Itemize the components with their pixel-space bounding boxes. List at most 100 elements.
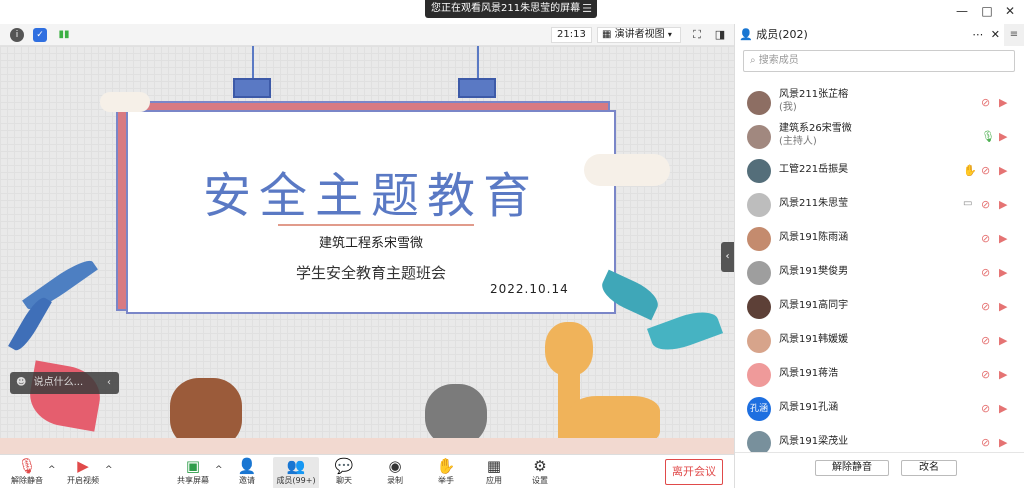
- close-icon[interactable]: ✕: [1000, 3, 1020, 19]
- title-divider: [278, 224, 474, 226]
- poster-clip: [233, 78, 271, 98]
- avatar: [747, 159, 771, 183]
- meeting-info-bar: i ✓ ▮▮ 21:13 ▦ 演讲者视图 ▾ ⛶ ◨: [0, 24, 734, 46]
- panel-title: 成员(202): [756, 28, 808, 41]
- shield-icon[interactable]: ✓: [33, 28, 47, 42]
- chat-button[interactable]: 💬 聊天: [321, 457, 367, 488]
- settings-label: 设置: [532, 476, 548, 485]
- member-row[interactable]: 风景191樊俊男 ⊘ ▶: [735, 256, 1024, 290]
- avatar: [747, 363, 771, 387]
- avatar: 孔涵: [747, 397, 771, 421]
- member-row[interactable]: 风景191陈雨涵 ⊘ ▶: [735, 222, 1024, 256]
- minimize-icon[interactable]: —: [952, 3, 972, 19]
- chat-input-pill[interactable]: ☻ 说点什么... ‹: [10, 372, 119, 394]
- info-icon[interactable]: i: [10, 28, 24, 42]
- share-screen-button[interactable]: ▣ 共享屏幕: [170, 457, 216, 488]
- camera-off-icon[interactable]: ▶: [999, 198, 1007, 211]
- member-name: 风景191陈雨涵: [779, 232, 849, 243]
- add-user-icon: 👤: [237, 457, 257, 475]
- camera-off-icon[interactable]: ▶: [999, 402, 1007, 415]
- apps-button[interactable]: ▦ 应用: [471, 457, 517, 488]
- camera-off-icon[interactable]: ▶: [999, 436, 1007, 449]
- record-button[interactable]: ◉ 录制: [372, 457, 418, 488]
- mic-muted-icon[interactable]: ⊘: [981, 164, 990, 177]
- shared-screen: 安全主题教育 建筑工程系宋雪微 学生安全教育主题班会 2022.10.14 ☻ …: [0, 46, 734, 454]
- member-role: (我): [779, 102, 797, 113]
- mic-muted-icon[interactable]: ⊘: [981, 402, 990, 415]
- mic-muted-icon[interactable]: ⊘: [981, 436, 990, 449]
- collapse-panel-tab[interactable]: ‹: [721, 242, 734, 272]
- raised-hand-icon: ✋: [963, 164, 977, 177]
- member-name: 风景191高同宇: [779, 300, 849, 311]
- member-row[interactable]: 风景211张芷榕 (我) ⊘ ▶: [735, 86, 1024, 120]
- panel-menu-icon[interactable]: ≡: [1004, 24, 1024, 46]
- member-row[interactable]: 孔涵 风景191孔涵 ⊘ ▶: [735, 392, 1024, 426]
- member-row[interactable]: 风景191蒋浩 ⊘ ▶: [735, 358, 1024, 392]
- member-name: 风景191梁茂业: [779, 436, 849, 447]
- rename-button[interactable]: 改名: [901, 460, 957, 476]
- camera-off-icon[interactable]: ▶: [999, 96, 1007, 109]
- close-icon[interactable]: ✕: [991, 28, 1000, 41]
- member-row[interactable]: 风景211朱思莹 ▭ ⊘ ▶: [735, 188, 1024, 222]
- invite-button[interactable]: 👤 邀请: [224, 457, 270, 488]
- apps-label: 应用: [486, 476, 502, 485]
- member-row[interactable]: 风景191高同宇 ⊘ ▶: [735, 290, 1024, 324]
- mic-muted-icon: 🎙: [17, 457, 37, 475]
- mic-muted-icon[interactable]: ⊘: [981, 232, 990, 245]
- chevron-left-icon[interactable]: ‹: [107, 372, 111, 394]
- leave-meeting-button[interactable]: 离开会议: [665, 459, 723, 485]
- window-titlebar: 您正在观看风景211朱思莹的屏幕 ☰ — □ ✕: [0, 0, 1024, 24]
- more-icon[interactable]: ⋯: [972, 28, 983, 41]
- meeting-control-bar: 🎙 解除静音 ^ ▶ 开启视频 ^ ▣ 共享屏幕 ^ 👤 邀请 👥 成员(99+…: [0, 454, 734, 488]
- mic-muted-icon[interactable]: ⊘: [981, 198, 990, 211]
- decor-string: [477, 46, 479, 82]
- meeting-timer: 21:13: [551, 27, 592, 43]
- mic-on-icon[interactable]: 🎙: [981, 130, 995, 143]
- camera-off-icon[interactable]: ▶: [999, 334, 1007, 347]
- chat-label: 聊天: [336, 476, 352, 485]
- maximize-icon[interactable]: □: [977, 3, 997, 19]
- slide-title: 安全主题教育: [202, 168, 539, 224]
- raise-hand-label: 举手: [438, 476, 454, 485]
- panel-footer: 解除静音 改名: [735, 452, 1024, 488]
- start-video-button[interactable]: ▶ 开启视频: [60, 457, 106, 488]
- member-name: 风景211张芷榕: [779, 89, 849, 100]
- signal-icon[interactable]: ▮▮: [57, 28, 71, 42]
- chevron-up-icon[interactable]: ^: [48, 465, 56, 475]
- member-name: 风景211朱思莹: [779, 198, 849, 209]
- avatar: [747, 125, 771, 149]
- camera-off-icon[interactable]: ▶: [999, 368, 1007, 381]
- screen-share-icon: ▭: [963, 198, 973, 209]
- mic-muted-icon[interactable]: ⊘: [981, 300, 990, 313]
- slide-poster: 安全主题教育 建筑工程系宋雪微 学生安全教育主题班会 2022.10.14: [126, 110, 616, 314]
- chevron-up-icon[interactable]: ^: [105, 465, 113, 475]
- camera-off-icon[interactable]: ▶: [999, 266, 1007, 279]
- member-row[interactable]: 建筑系26宋雪微 (主持人) 🎙 ▶: [735, 120, 1024, 154]
- view-mode-dropdown[interactable]: ▦ 演讲者视图 ▾: [597, 27, 681, 43]
- member-search-input[interactable]: ⌕ 搜索成员: [743, 50, 1015, 72]
- mic-muted-icon[interactable]: ⊘: [981, 96, 990, 109]
- unmute-all-button[interactable]: 解除静音: [815, 460, 889, 476]
- raise-hand-button[interactable]: ✋ 举手: [423, 457, 469, 488]
- members-icon: 👥: [286, 457, 306, 475]
- avatar: [747, 261, 771, 285]
- camera-off-icon[interactable]: ▶: [999, 300, 1007, 313]
- mic-muted-icon[interactable]: ⊘: [981, 368, 990, 381]
- settings-button[interactable]: ⚙ 设置: [517, 457, 563, 488]
- menu-icon[interactable]: ☰: [582, 0, 592, 18]
- giraffe-illustration: [545, 322, 593, 376]
- camera-off-icon[interactable]: ▶: [999, 164, 1007, 177]
- fullscreen-icon[interactable]: ⛶: [689, 27, 705, 43]
- members-button[interactable]: 👥 成员(99+): [273, 457, 319, 488]
- mic-muted-icon[interactable]: ⊘: [981, 266, 990, 279]
- member-row[interactable]: 风景191韩媛媛 ⊘ ▶: [735, 324, 1024, 358]
- sidebar-toggle-icon[interactable]: ◨: [712, 27, 728, 43]
- panel-controls: ⋯ ✕: [972, 24, 1000, 46]
- camera-off-icon[interactable]: ▶: [999, 232, 1007, 245]
- member-row[interactable]: 工管221岳振昊 ✋ ⊘ ▶: [735, 154, 1024, 188]
- chevron-up-icon[interactable]: ^: [215, 465, 223, 475]
- emoji-icon[interactable]: ☻: [16, 377, 26, 388]
- mic-muted-icon[interactable]: ⊘: [981, 334, 990, 347]
- unmute-button[interactable]: 🎙 解除静音: [4, 457, 50, 488]
- camera-off-icon[interactable]: ▶: [999, 130, 1007, 143]
